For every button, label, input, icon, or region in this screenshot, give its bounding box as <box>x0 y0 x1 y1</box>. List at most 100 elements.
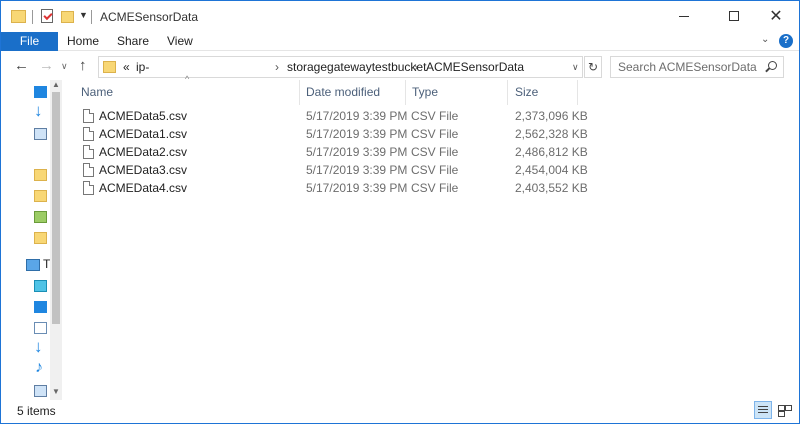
file-date: 5/17/2019 3:39 PM <box>306 109 408 123</box>
explorer-window: ▼ ACMESensorData ✕ File Home Share View … <box>0 0 800 424</box>
scrollbar-thumb[interactable] <box>52 92 60 324</box>
file-row[interactable]: ACMEData3.csv 5/17/2019 3:39 PM CSV File… <box>64 162 764 180</box>
downloads-icon[interactable] <box>34 101 47 121</box>
file-row[interactable]: ACMEData1.csv 5/17/2019 3:39 PM CSV File… <box>64 126 764 144</box>
navigation-pane-scrollbar[interactable]: ▲ ▼ <box>50 80 62 400</box>
column-header-name[interactable]: Name <box>81 80 297 105</box>
folder-icon[interactable] <box>34 190 47 202</box>
address-dropdown-icon[interactable]: ∨ <box>572 62 579 73</box>
details-view-icon[interactable] <box>754 401 772 419</box>
file-date: 5/17/2019 3:39 PM <box>306 181 408 195</box>
search-box[interactable]: Search ACMESensorData <box>610 56 784 78</box>
file-type: CSV File <box>411 109 459 123</box>
column-divider[interactable] <box>405 80 406 105</box>
folder-icon[interactable] <box>34 232 47 244</box>
pictures-icon[interactable] <box>34 128 47 140</box>
file-type: CSV File <box>411 145 459 159</box>
expand-ribbon-chevron-icon[interactable]: ⌄ <box>761 34 769 45</box>
maximize-icon <box>729 11 739 21</box>
window-title: ACMESensorData <box>100 10 199 24</box>
toolbar-divider <box>32 10 33 24</box>
minimize-icon <box>679 16 689 17</box>
folder-icon[interactable] <box>34 169 47 181</box>
ribbon: File Home Share View ⌄ ? <box>1 32 799 51</box>
new-folder-icon[interactable] <box>61 11 74 23</box>
tab-view[interactable]: View <box>167 32 193 51</box>
recent-locations-chevron-icon[interactable]: ∨ <box>61 61 68 72</box>
search-input[interactable]: Search ACMESensorData <box>618 60 757 74</box>
up-arrow-icon[interactable]: ↑ <box>79 57 87 74</box>
file-size: 2,486,812 KB <box>515 145 588 159</box>
column-divider[interactable] <box>507 80 508 105</box>
tab-share[interactable]: Share <box>117 32 149 51</box>
3d-objects-icon[interactable] <box>34 280 47 292</box>
navigation-pane: T ▲ ▼ <box>1 80 63 400</box>
column-divider[interactable] <box>577 80 578 105</box>
desktop-icon[interactable] <box>34 301 47 313</box>
file-name: ACMEData5.csv <box>99 109 188 123</box>
this-pc-icon[interactable] <box>26 259 40 271</box>
file-date: 5/17/2019 3:39 PM <box>306 145 408 159</box>
downloads-icon[interactable] <box>34 337 47 357</box>
column-header-size[interactable]: Size <box>515 80 577 105</box>
file-type: CSV File <box>411 163 459 177</box>
file-row[interactable]: ACMEData2.csv 5/17/2019 3:39 PM CSV File… <box>64 144 764 162</box>
file-icon <box>83 181 94 195</box>
desktop-icon[interactable] <box>34 86 47 98</box>
file-icon <box>83 145 94 159</box>
minimize-button[interactable] <box>661 1 707 32</box>
file-list: ^ Name Date modified Type Size ACMEData5… <box>64 74 799 400</box>
search-icon[interactable] <box>768 61 777 70</box>
customize-toolbar-dropdown-icon[interactable]: ▼ <box>79 10 88 20</box>
file-row[interactable]: ACMEData4.csv 5/17/2019 3:39 PM CSV File… <box>64 180 764 198</box>
music-icon[interactable] <box>34 359 47 377</box>
address-overflow-chevron[interactable]: « <box>123 60 130 74</box>
close-button[interactable]: ✕ <box>753 1 799 32</box>
breadcrumb-ip[interactable]: ip- <box>136 60 149 74</box>
file-size: 2,403,552 KB <box>515 181 588 195</box>
breadcrumb-acmesensordata[interactable]: ACMESensorData <box>426 60 524 74</box>
refresh-icon[interactable]: ↻ <box>584 56 602 78</box>
forward-arrow-icon[interactable]: → <box>39 57 54 74</box>
tab-home[interactable]: Home <box>67 32 99 51</box>
back-arrow-icon[interactable]: ← <box>14 57 29 74</box>
folder-icon <box>103 61 116 73</box>
file-type: CSV File <box>411 127 459 141</box>
file-row[interactable]: ACMEData5.csv 5/17/2019 3:39 PM CSV File… <box>64 108 764 126</box>
column-divider[interactable] <box>299 80 300 105</box>
file-icon <box>83 109 94 123</box>
large-icons-view-icon[interactable] <box>776 402 792 418</box>
properties-icon[interactable] <box>41 9 53 23</box>
file-type: CSV File <box>411 181 459 195</box>
file-size: 2,373,096 KB <box>515 109 588 123</box>
item-count: 5 items <box>17 404 56 418</box>
breadcrumb-separator[interactable]: › <box>275 60 279 74</box>
breadcrumb-storagegatewaytestbucket[interactable]: storagegatewaytestbucket <box>287 60 426 74</box>
navigation-bar: ← → ∨ ↑ « ip- › storagegatewaytestbucket… <box>1 52 799 80</box>
folder-icon[interactable] <box>34 211 47 223</box>
file-icon <box>83 163 94 177</box>
column-header-date-modified[interactable]: Date modified <box>306 80 406 105</box>
title-bar: ▼ ACMESensorData ✕ <box>1 1 799 32</box>
help-icon[interactable]: ? <box>779 34 793 48</box>
breadcrumb-separator[interactable]: › <box>414 60 418 74</box>
maximize-button[interactable] <box>711 1 757 32</box>
file-name: ACMEData3.csv <box>99 163 188 177</box>
file-size: 2,454,004 KB <box>515 163 588 177</box>
scroll-down-icon[interactable]: ▼ <box>52 387 60 396</box>
scroll-up-icon[interactable]: ▲ <box>52 80 60 89</box>
tab-file[interactable]: File <box>1 32 58 51</box>
file-icon <box>83 127 94 141</box>
file-date: 5/17/2019 3:39 PM <box>306 127 408 141</box>
toolbar-divider <box>91 10 92 24</box>
folder-icon <box>11 10 26 23</box>
status-bar: 5 items <box>1 400 799 423</box>
file-date: 5/17/2019 3:39 PM <box>306 163 408 177</box>
column-header-type[interactable]: Type <box>412 80 507 105</box>
file-name: ACMEData1.csv <box>99 127 188 141</box>
file-name: ACMEData4.csv <box>99 181 188 195</box>
address-bar[interactable]: « ip- › storagegatewaytestbucket › ACMES… <box>98 56 583 78</box>
file-size: 2,562,328 KB <box>515 127 588 141</box>
documents-icon[interactable] <box>34 322 47 334</box>
pictures-icon[interactable] <box>34 385 47 397</box>
